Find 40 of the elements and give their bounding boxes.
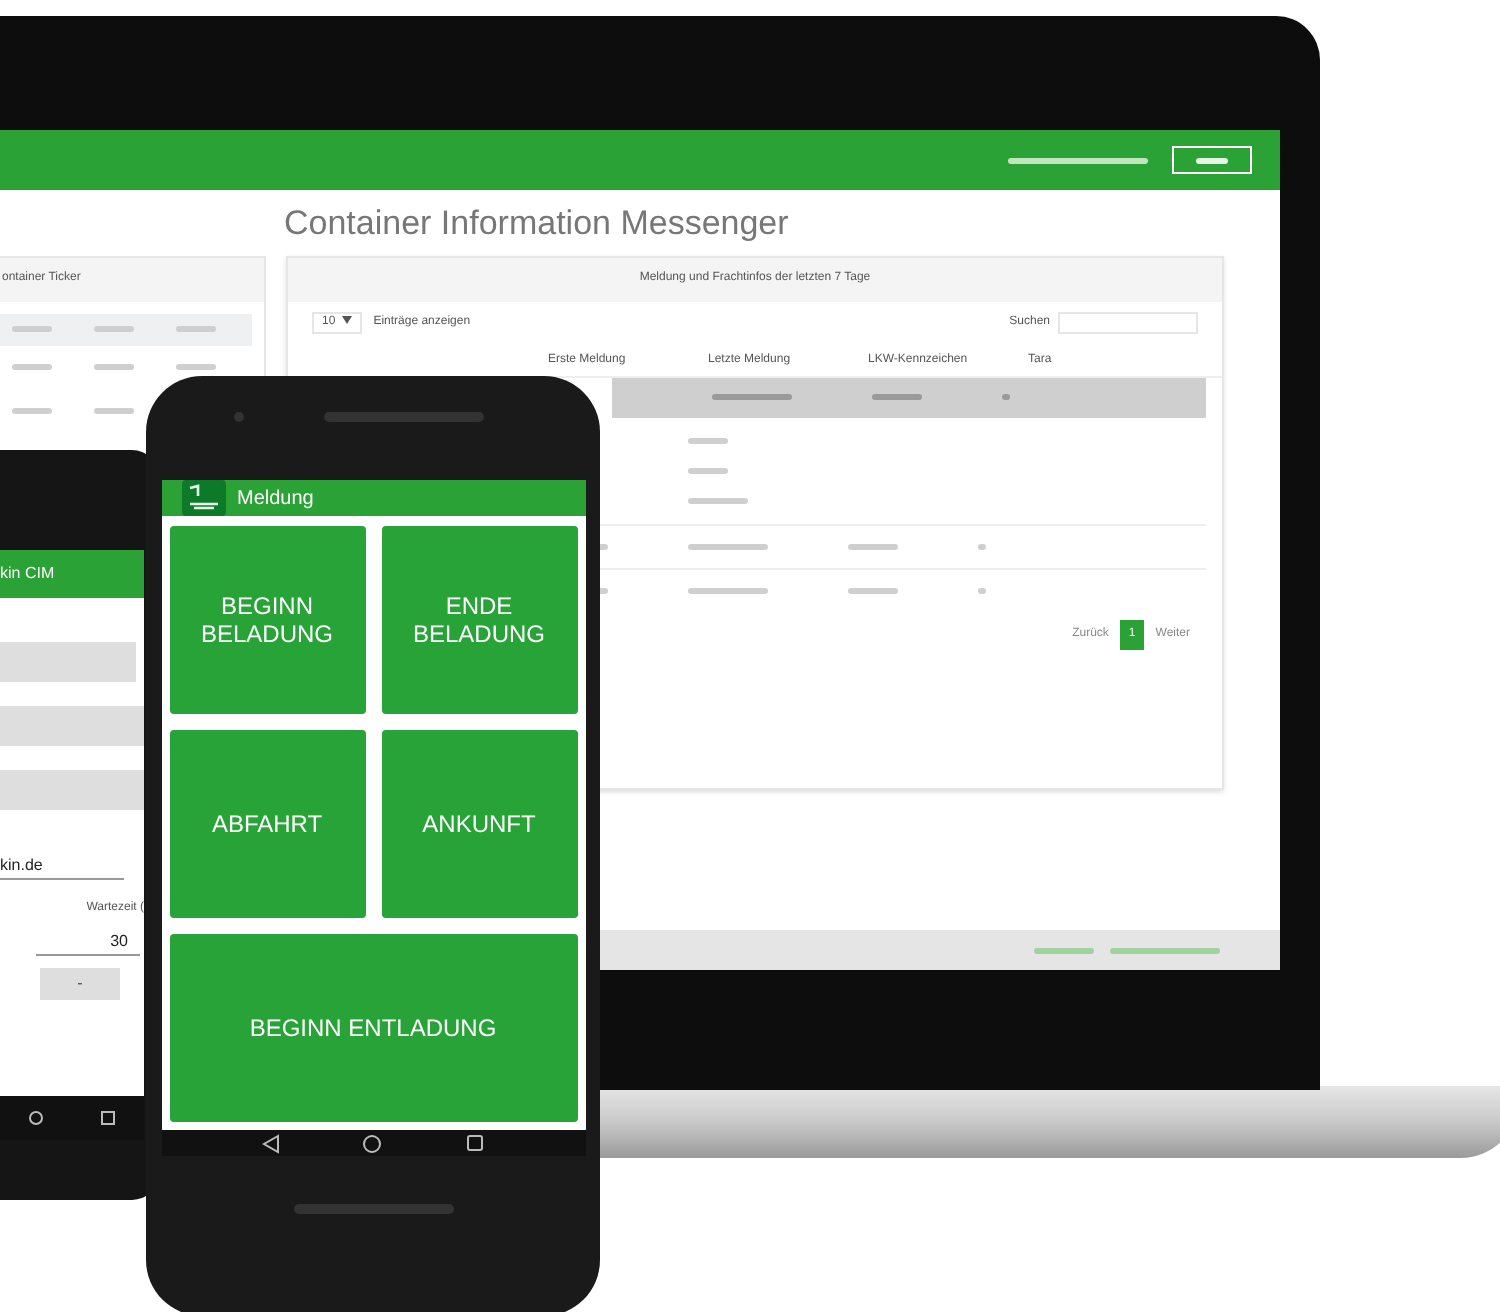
blurred-text <box>175 364 215 370</box>
blurred-text <box>712 394 792 400</box>
blurred-text <box>688 587 768 593</box>
wait-field[interactable]: 30 <box>36 930 140 956</box>
blurred-text <box>688 497 748 503</box>
blurred-text <box>1008 157 1148 163</box>
blurred-text <box>688 467 728 473</box>
blurred-text <box>1110 947 1220 953</box>
home-icon[interactable] <box>28 1110 44 1126</box>
search-field[interactable] <box>1058 312 1198 334</box>
blurred-text <box>978 543 986 549</box>
blurred-text <box>11 364 51 370</box>
app-logo-icon <box>181 480 225 516</box>
caret-icon <box>341 316 352 325</box>
app-title: Meldung <box>237 485 314 513</box>
blurred-text <box>978 587 986 593</box>
blurred-text <box>1034 947 1094 953</box>
blurred-text <box>848 543 898 549</box>
email-field[interactable]: kin.de <box>0 854 124 880</box>
blurred-text <box>688 437 728 443</box>
header-button[interactable] <box>1172 146 1252 174</box>
selected-row[interactable] <box>612 377 1206 417</box>
square-icon[interactable] <box>465 1134 484 1152</box>
blurred-text <box>93 364 133 370</box>
blurred-text <box>688 543 768 549</box>
blurred-text <box>175 326 215 332</box>
blurred-text <box>872 394 922 400</box>
blurred-text <box>11 408 51 414</box>
blurred-text <box>1002 394 1010 400</box>
app-title: kin CIM <box>0 562 55 586</box>
blurred-text <box>93 326 133 332</box>
blurred-text <box>93 408 133 414</box>
minus-button[interactable]: - <box>40 968 120 1000</box>
blurred-text <box>1196 157 1228 163</box>
blurred-text <box>11 326 51 332</box>
page-title: Container Information Messenger <box>284 202 791 246</box>
back-icon[interactable] <box>262 1133 281 1153</box>
blurred-text <box>848 587 898 593</box>
home-icon[interactable] <box>362 1133 383 1153</box>
square-icon[interactable] <box>100 1110 116 1126</box>
